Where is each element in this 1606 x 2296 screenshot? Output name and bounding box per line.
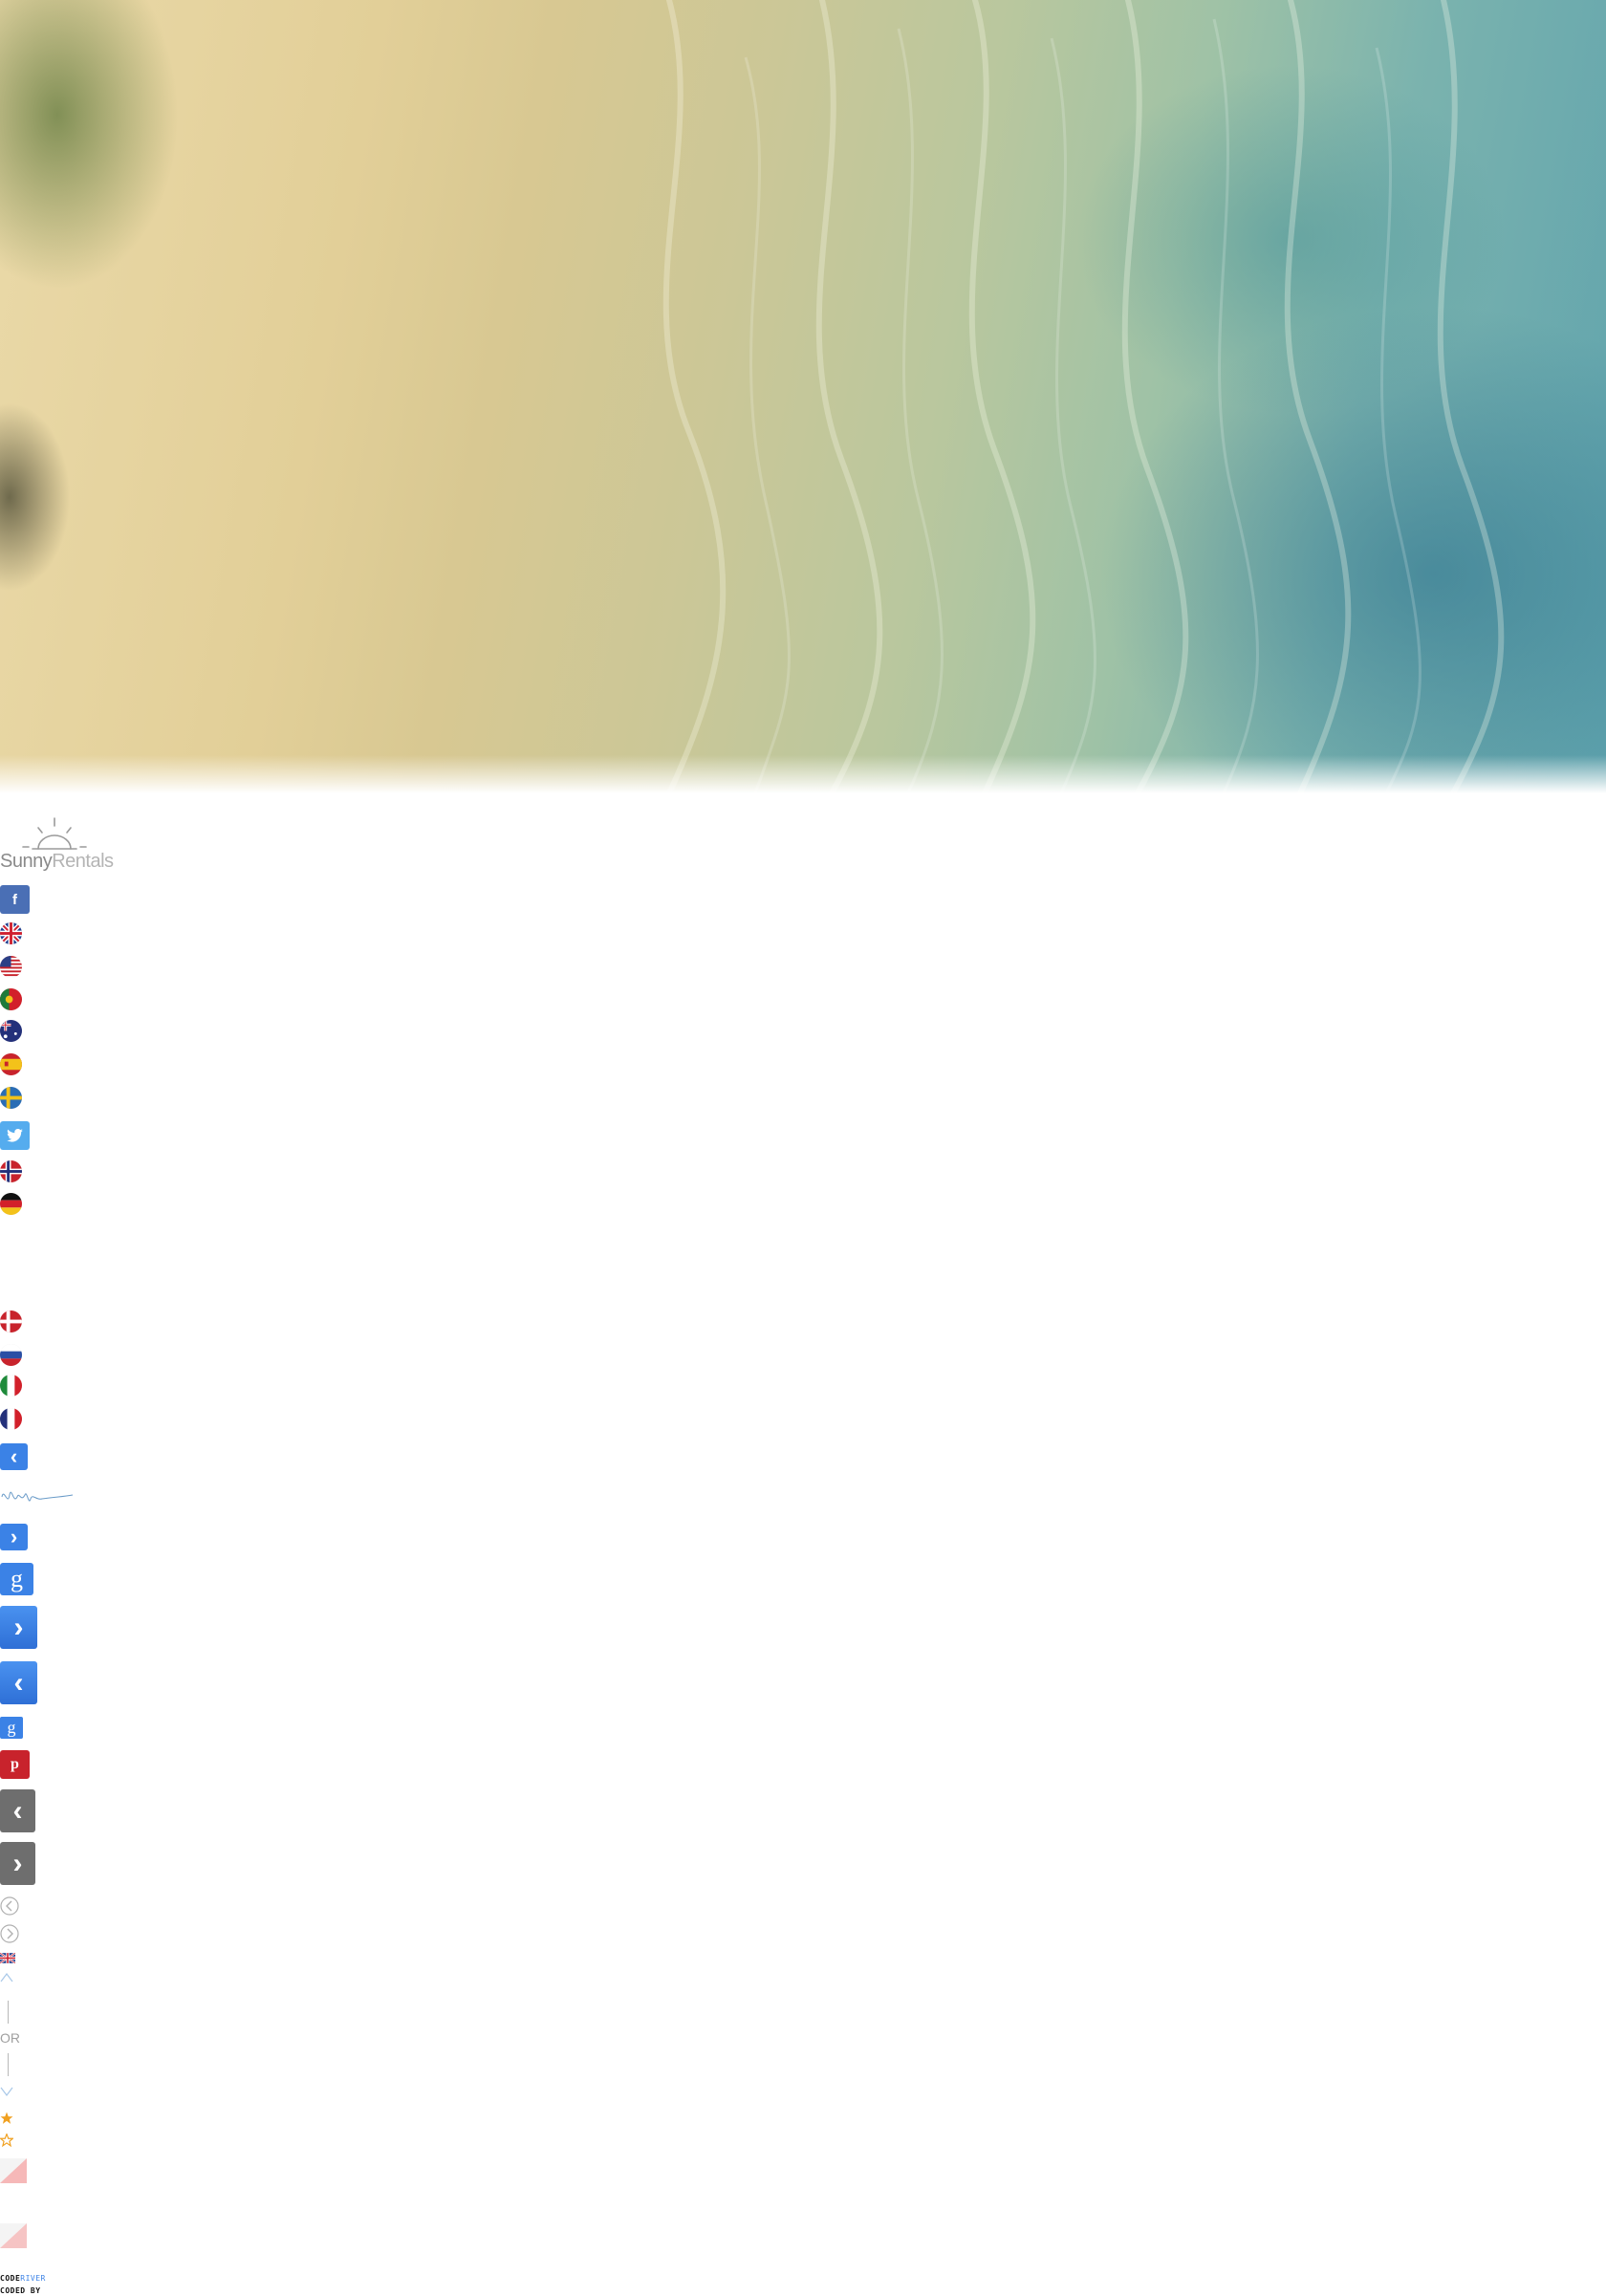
facebook-glyph: f [12,891,17,908]
pinterest-icon[interactable]: p [0,1750,30,1779]
arrow-up-small-icon[interactable] [0,1972,13,1983]
coderiver-code-text: CODE [0,2274,21,2283]
usa-flag-icon[interactable] [0,956,22,978]
prev-button-small[interactable]: ‹ [0,1443,28,1470]
pinterest-glyph: p [11,1756,19,1772]
google-plus-icon-large[interactable]: g [0,1563,33,1595]
france-flag-icon[interactable] [0,1408,22,1430]
germany-flag-icon[interactable] [0,1193,22,1215]
circle-next-icon[interactable] [0,1924,19,1943]
uk-flag-icon[interactable] [0,922,22,944]
arrow-down-small-icon[interactable] [0,2086,13,2097]
sweden-flag-icon[interactable] [0,1087,22,1109]
chevron-right-icon: › [12,1847,23,1879]
australia-flag-icon[interactable] [0,1020,22,1042]
coded-by-text: CODED BY [0,2286,41,2295]
or-separator-text: OR [0,2030,20,2046]
chevron-right-icon: › [10,1525,18,1549]
prev-button-large[interactable]: ‹ [0,1661,37,1704]
next-button-grey[interactable]: › [0,1842,35,1885]
separator-line-top [8,2001,9,2024]
circle-prev-icon[interactable] [0,1896,19,1916]
star-filled-icon [0,2112,13,2124]
star-empty-icon [0,2134,13,2147]
brand-name: SunnyRentals [0,851,114,873]
spain-flag-icon[interactable] [0,1053,22,1075]
pink-corner-shape-bottom [0,2223,27,2248]
denmark-flag-icon[interactable] [0,1310,22,1332]
separator-line-bottom [8,2053,9,2076]
russia-flag-icon[interactable] [0,1344,22,1366]
uk-flag-small-icon[interactable] [0,1953,15,1963]
hero-background-image [0,0,1606,793]
portugal-flag-icon[interactable] [0,988,22,1010]
water-ripple-texture [662,0,1505,793]
italy-flag-icon[interactable] [0,1375,22,1397]
google-plus-icon-small[interactable]: g [0,1717,23,1739]
google-glyph: g [11,1565,23,1592]
chevron-left-icon: ‹ [13,1666,24,1699]
chevron-right-icon: › [13,1611,24,1643]
norway-flag-icon[interactable] [0,1160,22,1182]
brand-name-part1: Sunny [0,851,53,872]
next-button-large[interactable]: › [0,1606,37,1649]
chevron-left-icon: ‹ [12,1794,23,1827]
facebook-icon[interactable]: f [0,885,30,914]
pink-corner-shape-top [0,2158,27,2183]
chevron-left-icon: ‹ [10,1444,18,1468]
coderiver-river-text: RIVER [20,2274,46,2283]
prev-button-grey[interactable]: ‹ [0,1789,35,1832]
coderiver-logo: CODERIVER [0,2274,46,2283]
next-button-small[interactable]: › [0,1524,28,1550]
brand-name-part2: Rentals [52,851,114,872]
twitter-icon[interactable] [0,1121,30,1150]
google-glyph: g [7,1718,16,1737]
signature-icon [1,1491,74,1502]
